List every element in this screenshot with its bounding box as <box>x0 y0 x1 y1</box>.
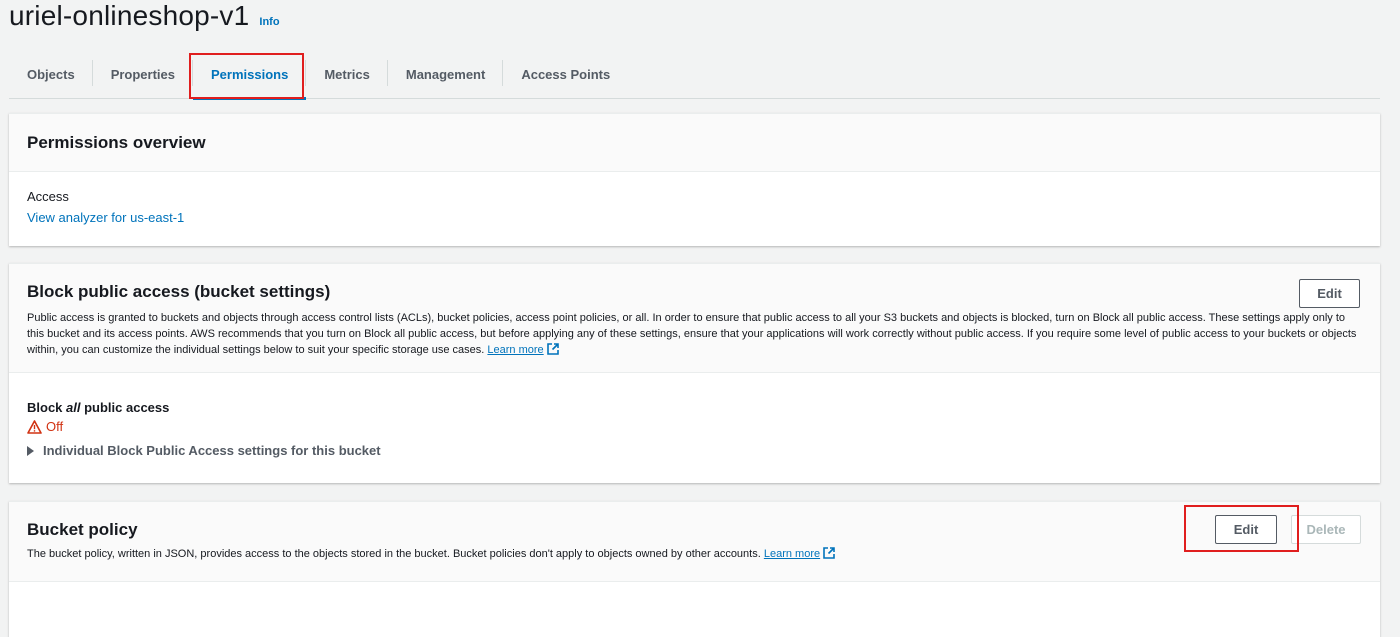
bucket-policy-panel: Bucket policy The bucket policy, written… <box>9 501 1380 637</box>
tab-label: Permissions <box>211 66 289 82</box>
panel-description: Public access is granted to buckets and … <box>27 310 1357 358</box>
page-title: uriel-onlineshop-v1 <box>9 0 250 31</box>
label-prefix: Block <box>27 400 67 415</box>
s3-bucket-permissions-page: uriel-onlineshop-v1 Info Objects Propert… <box>0 0 1400 637</box>
label-suffix: public access <box>80 400 170 415</box>
tab-permissions[interactable]: Permissions <box>193 50 307 100</box>
access-label: Access <box>27 189 69 204</box>
warning-icon <box>27 419 42 434</box>
panel-title: Permissions overview <box>27 132 206 152</box>
panel-body: Access View analyzer for us-east-1 <box>9 172 1380 243</box>
external-link-icon <box>823 547 835 559</box>
tab-properties[interactable]: Properties <box>93 50 193 99</box>
caret-right-icon <box>27 445 34 456</box>
tab-access-points[interactable]: Access Points <box>503 50 628 99</box>
info-link[interactable]: Info <box>259 16 279 28</box>
tab-objects[interactable]: Objects <box>9 50 93 99</box>
block-public-access-panel: Block public access (bucket settings) Pu… <box>9 263 1380 483</box>
permissions-overview-panel: Permissions overview Access View analyze… <box>9 113 1380 246</box>
status-text: Off <box>46 419 64 434</box>
tab-label: Objects <box>27 66 75 82</box>
panel-header: Bucket policy The bucket policy, written… <box>9 502 1380 582</box>
expander-label: Individual Block Public Access settings … <box>43 443 381 458</box>
block-all-public-access-label: Block all public access <box>27 400 1362 415</box>
tab-metrics[interactable]: Metrics <box>306 50 388 99</box>
individual-settings-expander[interactable]: Individual Block Public Access settings … <box>27 443 1362 458</box>
tab-management[interactable]: Management <box>388 50 504 99</box>
description-text: Public access is granted to buckets and … <box>27 312 1357 356</box>
status-indicator: Off <box>27 419 1362 434</box>
tab-label: Properties <box>110 66 175 82</box>
panel-body: Block all public access Off Individual B… <box>9 373 1380 458</box>
page-header: uriel-onlineshop-v1 Info <box>9 0 280 32</box>
bucket-policy-delete-button[interactable]: Delete <box>1291 515 1361 544</box>
tab-label: Access Points <box>521 66 611 82</box>
tab-bar: Objects Properties Permissions Metrics M… <box>9 50 1380 100</box>
description-text: The bucket policy, written in JSON, prov… <box>27 548 761 560</box>
tab-label: Management <box>405 66 486 82</box>
panel-title: Block public access (bucket settings) <box>27 282 331 301</box>
tab-label: Metrics <box>324 66 370 82</box>
learn-more-link[interactable]: Learn more <box>764 548 820 560</box>
panel-title: Bucket policy <box>27 520 138 539</box>
external-link-icon <box>546 343 559 355</box>
panel-header: Permissions overview <box>9 114 1380 172</box>
bpa-edit-button[interactable]: Edit <box>1299 279 1360 308</box>
panel-header: Block public access (bucket settings) Pu… <box>9 264 1380 373</box>
learn-more-link[interactable]: Learn more <box>487 344 543 356</box>
view-analyzer-link[interactable]: View analyzer for us-east-1 <box>27 209 1362 227</box>
panel-description: The bucket policy, written in JSON, prov… <box>27 546 1362 562</box>
bucket-policy-edit-button[interactable]: Edit <box>1215 515 1277 544</box>
label-emphasis: all <box>66 400 81 415</box>
